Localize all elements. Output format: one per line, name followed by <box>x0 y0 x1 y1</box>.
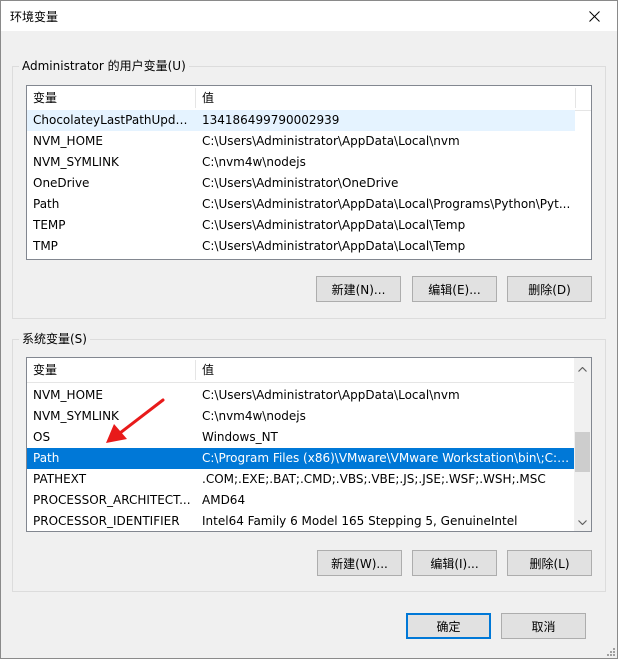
scroll-up-arrow[interactable] <box>574 361 591 378</box>
variable-value-cell: 134186499790002939 <box>202 113 340 127</box>
variable-name-cell: Path <box>33 197 60 211</box>
system-vars-scrollbar[interactable] <box>574 358 591 531</box>
variable-value-cell: Intel64 Family 6 Model 165 Stepping 5, G… <box>202 514 518 528</box>
resize-grip-icon[interactable] <box>607 648 615 656</box>
system-delete-button[interactable]: 删除(L) <box>507 550 592 576</box>
system-vars-group-label: 系统变量(S) <box>19 332 90 346</box>
user-new-button[interactable]: 新建(N)... <box>316 276 401 302</box>
ok-button[interactable]: 确定 <box>406 613 491 639</box>
variable-name-cell: PATHEXT <box>33 472 87 486</box>
variable-value-cell: C:\Users\Administrator\AppData\Local\nvm <box>202 134 460 148</box>
column-header-name[interactable]: 变量 <box>27 86 197 110</box>
chevron-up-icon <box>578 367 587 372</box>
table-row[interactable]: TMP C:\Users\Administrator\AppData\Local\… <box>27 236 575 257</box>
variable-value-cell: Windows_NT <box>202 430 278 444</box>
cancel-button[interactable]: 取消 <box>501 613 586 639</box>
user-delete-button[interactable]: 删除(D) <box>507 276 592 302</box>
system-vars-list[interactable]: 变量 值 NVM_HOME C:\Users\Administrator\AppD… <box>26 357 592 532</box>
close-button[interactable] <box>571 1 617 31</box>
table-row[interactable]: Path C:\Program Files (x86)\VMware\VMware… <box>27 448 574 469</box>
table-row[interactable]: TEMP C:\Users\Administrator\AppData\Local… <box>27 215 575 236</box>
variable-value-cell: C:\Users\Administrator\AppData\Local\Tem… <box>202 218 466 232</box>
system-vars-header: 变量 值 <box>27 358 574 383</box>
variable-value-cell: C:\Users\Administrator\AppData\Local\Pro… <box>202 197 571 211</box>
scroll-down-arrow[interactable] <box>574 514 591 531</box>
column-header-name[interactable]: 变量 <box>27 358 197 382</box>
variable-name-cell: NVM_SYMLINK <box>33 409 119 423</box>
variable-name-cell: NVM_SYMLINK <box>33 155 119 169</box>
variable-value-cell: AMD64 <box>202 493 246 507</box>
user-vars-list[interactable]: 变量 值 ChocolateyLastPathUpdate 13418649979… <box>26 85 592 260</box>
variable-name-cell: PROCESSOR_ARCHITECT... <box>33 493 191 507</box>
system-edit-button[interactable]: 编辑(I)... <box>412 550 497 576</box>
window-title: 环境变量 <box>10 10 59 24</box>
scroll-thumb[interactable] <box>575 432 590 472</box>
table-row[interactable]: Path C:\Users\Administrator\AppData\Local… <box>27 194 575 215</box>
variable-name-cell: Path <box>33 451 60 465</box>
table-row[interactable]: NVM_HOME C:\Users\Administrator\AppData\L… <box>27 385 574 406</box>
variable-value-cell: C:\Users\Administrator\AppData\Local\Tem… <box>202 239 466 253</box>
table-row[interactable]: NVM_SYMLINK C:\nvm4w\nodejs <box>27 152 575 173</box>
variable-name-cell: OneDrive <box>33 176 90 190</box>
variable-name-cell: OS <box>33 430 51 444</box>
variable-value-cell: C:\nvm4w\nodejs <box>202 155 306 169</box>
column-header-value[interactable]: 值 <box>196 86 576 110</box>
variable-name-cell: ChocolateyLastPathUpdate <box>33 113 193 127</box>
system-new-button[interactable]: 新建(W)... <box>317 550 402 576</box>
chevron-down-icon <box>578 520 587 525</box>
title-bar: 环境变量 <box>1 1 617 31</box>
user-vars-header: 变量 值 <box>27 86 591 111</box>
table-row[interactable]: PATHEXT .COM;.EXE;.BAT;.CMD;.VBS;.VBE;.JS… <box>27 469 574 490</box>
close-icon <box>588 10 600 22</box>
table-row[interactable]: OS Windows_NT <box>27 427 574 448</box>
table-row[interactable]: PROCESSOR_IDENTIFIER Intel64 Family 6 Mod… <box>27 511 574 531</box>
table-row[interactable]: NVM_SYMLINK C:\nvm4w\nodejs <box>27 406 574 427</box>
variable-name-cell: NVM_HOME <box>33 134 103 148</box>
variable-name-cell: TEMP <box>33 218 66 232</box>
user-edit-button[interactable]: 编辑(E)... <box>412 276 497 302</box>
variable-value-cell: C:\nvm4w\nodejs <box>202 409 306 423</box>
variable-value-cell: C:\Program Files (x86)\VMware\VMware Wor… <box>202 451 570 465</box>
table-row[interactable]: PROCESSOR_ARCHITECT... AMD64 <box>27 490 574 511</box>
variable-name-cell: PROCESSOR_IDENTIFIER <box>33 514 180 528</box>
column-header-value[interactable]: 值 <box>196 358 566 382</box>
user-vars-group-label: Administrator 的用户变量(U) <box>19 59 189 73</box>
variable-name-cell: NVM_HOME <box>33 388 103 402</box>
table-row[interactable]: OneDrive C:\Users\Administrator\OneDrive <box>27 173 575 194</box>
variable-value-cell: C:\Users\Administrator\OneDrive <box>202 176 399 190</box>
variable-value-cell: C:\Users\Administrator\AppData\Local\nvm <box>202 388 460 402</box>
variable-name-cell: TMP <box>33 239 58 253</box>
table-row[interactable]: ChocolateyLastPathUpdate 1341864997900029… <box>27 110 575 131</box>
variable-value-cell: .COM;.EXE;.BAT;.CMD;.VBS;.VBE;.JS;.JSE;.… <box>202 472 546 486</box>
table-row[interactable]: NVM_HOME C:\Users\Administrator\AppData\L… <box>27 131 575 152</box>
